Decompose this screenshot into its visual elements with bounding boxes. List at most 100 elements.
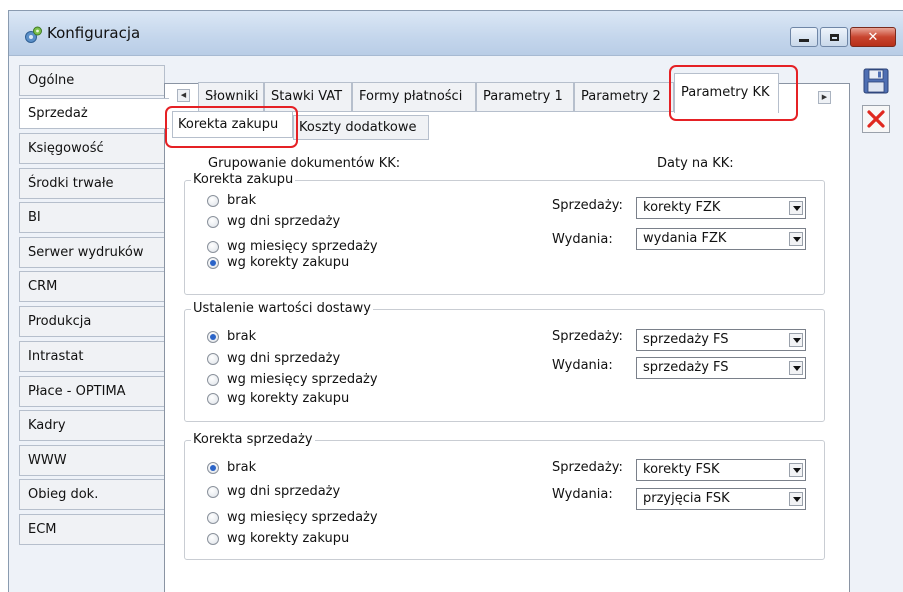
sidebar-item-ogolne[interactable]: Ogólne <box>19 65 165 96</box>
wydania-label: Wydania: <box>552 487 613 502</box>
radio-wg-miesiecy-sprzedazy[interactable]: wg miesięcy sprzedaży <box>207 510 378 525</box>
sidebar-item-crm[interactable]: CRM <box>19 271 165 302</box>
sprzedazy-value: sprzedaży FS <box>643 332 729 347</box>
wydania-select[interactable]: wydania FZK <box>636 228 806 250</box>
radio-label: wg dni sprzedaży <box>227 214 341 229</box>
radio-circle <box>207 485 219 498</box>
radio-label: wg miesięcy sprzedaży <box>227 239 378 254</box>
radio-circle <box>207 194 219 207</box>
red-x-icon <box>867 110 885 128</box>
tab-bar: ◀ Słowniki Stawki VAT Formy płatności Pa… <box>164 65 850 113</box>
radio-wg-dni-sprzedazy[interactable]: wg dni sprzedaży <box>207 484 340 499</box>
sidebar-item-kadry[interactable]: Kadry <box>19 410 165 441</box>
chevron-down-icon <box>789 463 803 477</box>
sprzedazy-label: Sprzedaży: <box>552 198 623 213</box>
sidebar-item-ksiegowosc[interactable]: Księgowość <box>19 133 165 164</box>
tab-slowniki[interactable]: Słowniki <box>198 82 264 112</box>
radio-label: wg korekty zakupu <box>227 531 350 546</box>
radio-brak[interactable]: brak <box>207 193 256 208</box>
group-korekta-sprzedazy: Korekta sprzedaży brak wg dni sprzedaży … <box>184 432 825 560</box>
group-title: Korekta zakupu <box>191 172 296 187</box>
sprzedazy-select[interactable]: sprzedaży FS <box>636 329 806 351</box>
tab-formy-platnosci[interactable]: Formy płatności <box>352 82 476 112</box>
radio-label: wg dni sprzedaży <box>227 351 341 366</box>
sprzedazy-label: Sprzedaży: <box>552 329 623 344</box>
wydania-label: Wydania: <box>552 232 613 247</box>
sidebar-item-intrastat[interactable]: Intrastat <box>19 341 165 372</box>
maximize-icon <box>829 33 839 41</box>
subtab-koszty-dodatkowe[interactable]: Koszty dodatkowe <box>293 115 429 140</box>
radio-label: brak <box>227 193 257 208</box>
sidebar-item-place-optima[interactable]: Płace - OPTIMA <box>19 376 165 407</box>
dates-header: Daty na KK: <box>657 156 734 171</box>
wydania-select[interactable]: sprzedaży FS <box>636 357 806 379</box>
wydania-select[interactable]: przyjęcia FSK <box>636 488 806 510</box>
radio-wg-dni-sprzedazy[interactable]: wg dni sprzedaży <box>207 214 340 229</box>
sprzedazy-value: korekty FSK <box>643 462 720 477</box>
chevron-down-icon <box>789 333 803 347</box>
chevron-down-icon <box>789 201 803 215</box>
chevron-down-icon <box>789 232 803 246</box>
save-button[interactable] <box>862 67 890 95</box>
group-title: Ustalenie wartości dostawy <box>191 301 373 316</box>
close-icon: ✕ <box>867 29 879 45</box>
sidebar-item-sprzedaz[interactable]: Sprzedaż <box>19 98 169 129</box>
sidebar-item-www[interactable]: WWW <box>19 445 165 476</box>
radio-wg-miesiecy-sprzedazy[interactable]: wg miesięcy sprzedaży <box>207 239 378 254</box>
radio-label: brak <box>227 329 257 344</box>
sidebar-item-obieg-dok[interactable]: Obieg dok. <box>19 479 165 510</box>
tab-stawki-vat[interactable]: Stawki VAT <box>264 82 352 112</box>
title-bar: Konfiguracja ✕ <box>9 11 903 56</box>
sidebar-item-serwer-wydrukow[interactable]: Serwer wydruków <box>19 237 165 268</box>
sidebar-item-srodki-trwale[interactable]: Środki trwałe <box>19 168 165 199</box>
close-button[interactable]: ✕ <box>850 27 896 47</box>
radio-circle <box>207 330 219 343</box>
radio-circle <box>207 352 219 365</box>
radio-circle <box>207 373 219 386</box>
tab-parametry-2[interactable]: Parametry 2 <box>574 82 674 112</box>
configuration-window: Konfiguracja ✕ Ogólne Sprzedaż Księgowoś… <box>8 10 903 592</box>
subtab-korekta-zakupu[interactable]: Korekta zakupu <box>172 111 293 138</box>
radio-circle <box>207 240 219 253</box>
grouping-header: Grupowanie dokumentów KK: <box>208 156 401 171</box>
radio-wg-miesiecy-sprzedazy[interactable]: wg miesięcy sprzedaży <box>207 372 378 387</box>
cancel-button[interactable] <box>862 105 890 133</box>
radio-brak[interactable]: brak <box>207 460 256 475</box>
window-title: Konfiguracja <box>47 24 141 42</box>
radio-wg-dni-sprzedazy[interactable]: wg dni sprzedaży <box>207 351 340 366</box>
radio-label: wg korekty zakupu <box>227 255 350 270</box>
radio-circle <box>207 215 219 228</box>
radio-circle <box>207 511 219 524</box>
tab-parametry-kk[interactable]: Parametry KK <box>674 73 779 113</box>
sidebar-item-ecm[interactable]: ECM <box>19 514 165 545</box>
sprzedazy-value: korekty FZK <box>643 200 721 215</box>
wydania-value: przyjęcia FSK <box>643 491 730 506</box>
sidebar-item-bi[interactable]: BI <box>19 202 165 233</box>
tab-scroll-left-button[interactable]: ◀ <box>177 89 190 102</box>
panel-content: Korekta zakupu Koszty dodatkowe Grupowan… <box>165 84 849 592</box>
radio-wg-korekty-zakupu[interactable]: wg korekty zakupu <box>207 255 349 270</box>
floppy-disk-icon <box>863 68 889 94</box>
maximize-button[interactable] <box>820 27 848 47</box>
radio-label: wg korekty zakupu <box>227 391 350 406</box>
radio-wg-korekty-zakupu[interactable]: wg korekty zakupu <box>207 531 349 546</box>
minimize-icon <box>799 38 809 42</box>
radio-brak[interactable]: brak <box>207 329 256 344</box>
settings-panel: Korekta zakupu Koszty dodatkowe Grupowan… <box>164 83 850 592</box>
radio-label: wg dni sprzedaży <box>227 484 341 499</box>
tab-parametry-1[interactable]: Parametry 1 <box>476 82 574 112</box>
wydania-value: wydania FZK <box>643 231 727 246</box>
radio-wg-korekty-zakupu[interactable]: wg korekty zakupu <box>207 391 349 406</box>
sidebar-item-produkcja[interactable]: Produkcja <box>19 306 165 337</box>
gear-icon <box>25 26 42 43</box>
group-title: Korekta sprzedaży <box>191 432 315 447</box>
minimize-button[interactable] <box>790 27 818 47</box>
sprzedazy-select[interactable]: korekty FSK <box>636 459 806 481</box>
sprzedazy-select[interactable]: korekty FZK <box>636 197 806 219</box>
chevron-down-icon <box>789 361 803 375</box>
radio-label: wg miesięcy sprzedaży <box>227 510 378 525</box>
radio-label: wg miesięcy sprzedaży <box>227 372 378 387</box>
wydania-label: Wydania: <box>552 358 613 373</box>
tab-scroll-right-button[interactable]: ▶ <box>818 91 831 104</box>
radio-label: brak <box>227 460 257 475</box>
